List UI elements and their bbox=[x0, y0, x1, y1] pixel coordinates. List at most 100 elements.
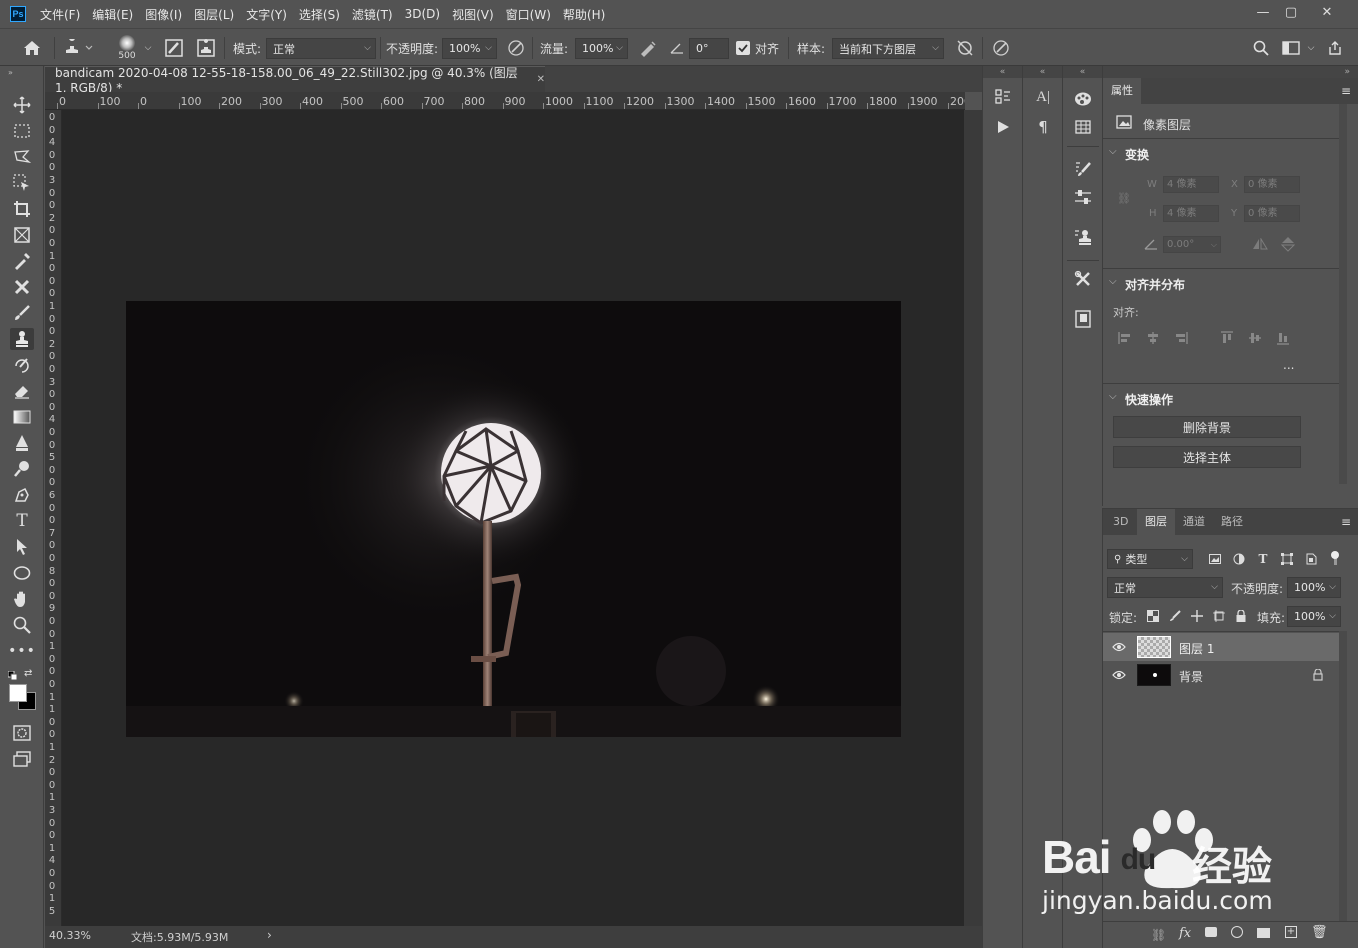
clone-stamp-tool-icon[interactable] bbox=[10, 328, 34, 350]
new-layer-icon[interactable]: + bbox=[1285, 926, 1297, 938]
chevron-down-icon[interactable]: ⌵ bbox=[142, 37, 154, 59]
brush-settings-panel-icon[interactable] bbox=[162, 37, 186, 59]
menu-image[interactable]: 图像(I) bbox=[145, 6, 182, 23]
marquee-tool-icon[interactable] bbox=[10, 120, 34, 142]
menu-select[interactable]: 选择(S) bbox=[299, 6, 340, 23]
close-icon[interactable]: ✕ bbox=[1312, 0, 1342, 24]
zoom-level[interactable]: 40.33% bbox=[49, 929, 91, 942]
tab-layers[interactable]: 图层 bbox=[1137, 509, 1175, 535]
y-field[interactable]: 0 像素 bbox=[1244, 205, 1300, 222]
swap-colors-icon[interactable]: ⇄ bbox=[24, 668, 36, 680]
blur-tool-icon[interactable] bbox=[10, 432, 34, 454]
align-horizontal-center-icon[interactable] bbox=[1145, 330, 1161, 346]
gradient-tool-icon[interactable] bbox=[10, 406, 34, 428]
ellipse-tool-icon[interactable] bbox=[10, 562, 34, 584]
clone-stamp-tool-preset-icon[interactable] bbox=[62, 37, 96, 59]
new-group-icon[interactable] bbox=[1257, 928, 1270, 938]
menu-3d[interactable]: 3D(D) bbox=[405, 7, 440, 21]
menu-edit[interactable]: 编辑(E) bbox=[92, 6, 133, 23]
brush-size-picker[interactable]: 500 bbox=[112, 33, 142, 63]
delete-layer-icon[interactable]: 🗑 bbox=[1311, 925, 1328, 940]
paragraph-panel-icon[interactable]: ¶ bbox=[1032, 116, 1054, 138]
align-left-icon[interactable] bbox=[1117, 330, 1133, 346]
layer-row-layer1[interactable]: 图层 1 bbox=[1103, 633, 1339, 661]
move-tool-icon[interactable] bbox=[10, 94, 34, 116]
blend-mode-dropdown[interactable]: 正常 ⌵ bbox=[1107, 577, 1223, 598]
dodge-tool-icon[interactable] bbox=[10, 458, 34, 480]
history-brush-tool-icon[interactable] bbox=[10, 354, 34, 376]
collapse-chevron-icon[interactable]: « bbox=[1063, 66, 1102, 78]
opacity-input[interactable]: 100% ⌵ bbox=[442, 38, 497, 59]
add-mask-icon[interactable] bbox=[1205, 927, 1217, 937]
layer-name[interactable]: 图层 1 bbox=[1179, 640, 1214, 657]
character-panel-icon[interactable]: A| bbox=[1032, 86, 1054, 108]
libraries-panel-icon[interactable] bbox=[1072, 308, 1094, 330]
sample-dropdown[interactable]: 当前和下方图层 ⌵ bbox=[832, 38, 944, 59]
width-field[interactable]: 4 像素 bbox=[1163, 176, 1219, 193]
lock-image-pixels-icon[interactable] bbox=[1167, 607, 1183, 625]
tab-channels[interactable]: 通道 bbox=[1175, 509, 1213, 535]
search-icon[interactable] bbox=[1250, 37, 1272, 59]
more-tools-icon[interactable]: ••• bbox=[8, 640, 35, 662]
angle-input[interactable]: 0° bbox=[689, 38, 729, 59]
layer-opacity-input[interactable]: 100% ⌵ bbox=[1287, 577, 1341, 598]
workspace-icon[interactable] bbox=[1280, 37, 1302, 59]
healing-brush-tool-icon[interactable] bbox=[10, 276, 34, 298]
link-layers-icon[interactable]: ⛓ bbox=[1151, 928, 1166, 942]
layers-scrollbar[interactable] bbox=[1339, 631, 1347, 921]
airbrush-icon[interactable] bbox=[637, 37, 659, 59]
pressure-size-icon[interactable] bbox=[990, 37, 1012, 59]
visibility-eye-icon[interactable] bbox=[1111, 639, 1127, 655]
filter-smart-object-icon[interactable] bbox=[1303, 549, 1319, 569]
chevron-down-icon[interactable]: ⌵ bbox=[1109, 276, 1117, 287]
history-panel-icon[interactable] bbox=[992, 86, 1014, 108]
swatches-panel-icon[interactable] bbox=[1072, 116, 1094, 138]
align-vertical-center-icon[interactable] bbox=[1247, 330, 1263, 346]
select-subject-button[interactable]: 选择主体 bbox=[1113, 446, 1301, 468]
menu-file[interactable]: 文件(F) bbox=[40, 6, 80, 23]
layer-row-background[interactable]: 背景 bbox=[1103, 661, 1339, 689]
pressure-opacity-icon[interactable] bbox=[506, 37, 526, 59]
flip-horizontal-icon[interactable] bbox=[1251, 236, 1269, 252]
path-selection-tool-icon[interactable] bbox=[10, 536, 34, 558]
collapse-chevron-icon[interactable]: « bbox=[1023, 66, 1062, 78]
pen-tool-icon[interactable] bbox=[10, 484, 34, 506]
chevron-down-icon[interactable]: ⌵ bbox=[1109, 391, 1117, 402]
brush-tool-icon[interactable] bbox=[10, 302, 34, 324]
chevron-down-icon[interactable]: ⌵ bbox=[1304, 37, 1318, 59]
menu-view[interactable]: 视图(V) bbox=[452, 6, 494, 23]
lock-all-icon[interactable] bbox=[1233, 607, 1249, 625]
height-field[interactable]: 4 像素 bbox=[1163, 205, 1219, 222]
object-selection-tool-icon[interactable] bbox=[10, 172, 34, 194]
adjustments-panel-icon[interactable] bbox=[1072, 186, 1094, 208]
crop-tool-icon[interactable] bbox=[10, 198, 34, 220]
tab-paths[interactable]: 路径 bbox=[1213, 509, 1251, 535]
status-menu-arrow-icon[interactable]: › bbox=[267, 928, 272, 942]
close-tab-icon[interactable]: ✕ bbox=[537, 74, 545, 85]
default-colors-icon[interactable] bbox=[7, 670, 18, 681]
ignore-adjustment-layers-icon[interactable] bbox=[954, 37, 976, 59]
tool-presets-icon[interactable] bbox=[1072, 268, 1094, 290]
tab-properties[interactable]: 属性 bbox=[1103, 78, 1141, 104]
mode-dropdown[interactable]: 正常 ⌵ bbox=[266, 38, 376, 59]
brushes-panel-icon[interactable] bbox=[1072, 158, 1094, 180]
filter-adjustment-icon[interactable] bbox=[1231, 549, 1247, 569]
quick-mask-icon[interactable] bbox=[10, 722, 34, 744]
aligned-checkbox[interactable] bbox=[736, 41, 750, 55]
menu-layer[interactable]: 图层(L) bbox=[194, 6, 234, 23]
angle-field[interactable]: 0.00° ⌵ bbox=[1163, 236, 1221, 253]
lock-transparent-pixels-icon[interactable] bbox=[1145, 607, 1161, 625]
document-image[interactable] bbox=[126, 301, 901, 737]
more-options-icon[interactable]: ... bbox=[1283, 358, 1294, 372]
lock-position-icon[interactable] bbox=[1189, 607, 1205, 625]
panel-menu-icon[interactable]: ≡ bbox=[1339, 82, 1353, 100]
new-adjustment-layer-icon[interactable] bbox=[1231, 926, 1243, 938]
flip-vertical-icon[interactable] bbox=[1279, 236, 1297, 252]
filter-type-icon[interactable]: T bbox=[1255, 549, 1271, 569]
vertical-scrollbar[interactable] bbox=[964, 110, 982, 926]
eraser-tool-icon[interactable] bbox=[10, 380, 34, 402]
clone-source-panel-icon[interactable] bbox=[194, 37, 218, 59]
filter-toggle-switch[interactable] bbox=[1331, 551, 1339, 567]
foreground-color-swatch[interactable] bbox=[9, 684, 27, 702]
filter-pixel-icon[interactable] bbox=[1207, 549, 1223, 569]
